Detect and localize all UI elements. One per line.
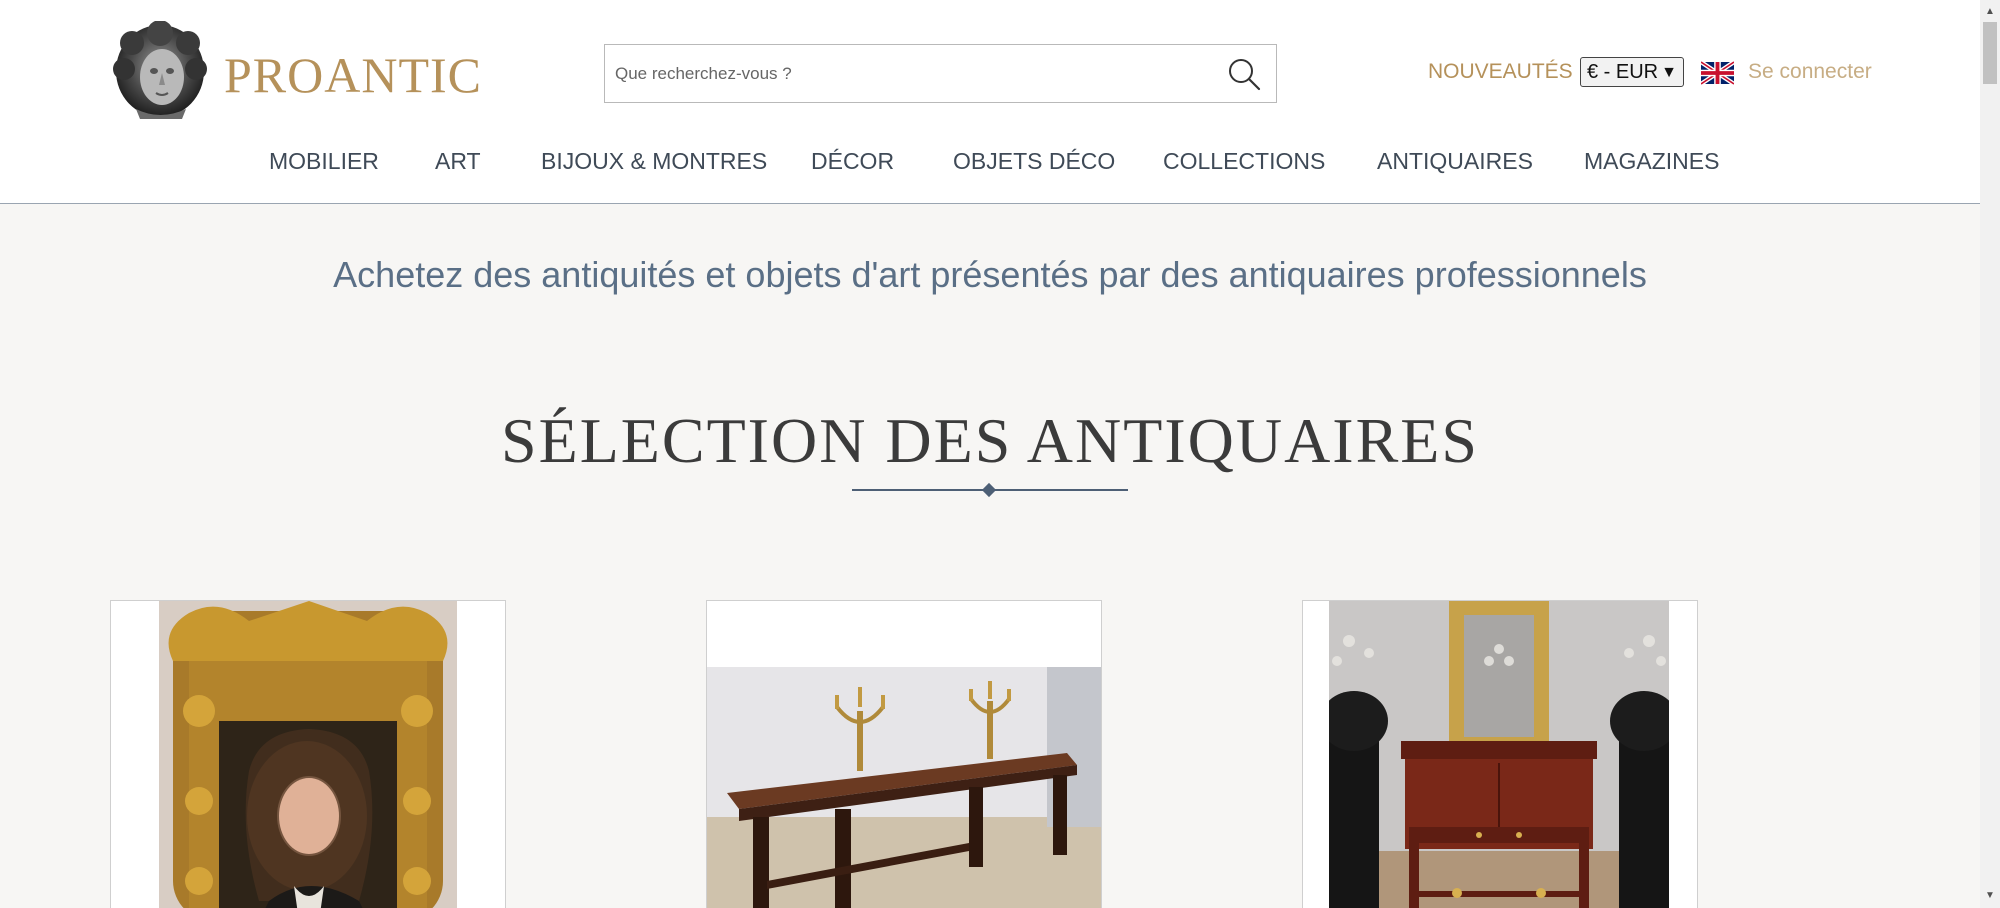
site-header: PROANTIC NOUVEAUTÉS € - EUR ▼ Se connect… xyxy=(0,0,1980,204)
nouveautes-link[interactable]: NOUVEAUTÉS xyxy=(1428,60,1573,84)
divider-diamond-icon xyxy=(981,482,997,498)
nav-item-bijoux-montres[interactable]: BIJOUX & MONTRES xyxy=(541,148,767,175)
page-tagline: Achetez des antiquités et objets d'art p… xyxy=(333,254,1647,295)
portrait-image[interactable] xyxy=(159,601,457,908)
nav-item-antiquaires[interactable]: ANTIQUAIRES xyxy=(1377,148,1533,175)
page-scrollbar[interactable]: ▲ ▼ xyxy=(1980,0,2000,908)
nav-item-mobilier[interactable]: MOBILIER xyxy=(269,148,379,175)
main-nav: MOBILIER ART BIJOUX & MONTRES DÉCOR OBJE… xyxy=(0,148,1980,182)
search-input[interactable] xyxy=(615,45,1205,102)
logo-text[interactable]: PROANTIC xyxy=(224,46,482,104)
nav-item-decor[interactable]: DÉCOR xyxy=(811,148,894,175)
table-image[interactable] xyxy=(707,667,1102,908)
section-title: SÉLECTION DES ANTIQUAIRES xyxy=(501,405,1479,476)
product-card-table[interactable] xyxy=(706,600,1102,908)
product-card-cabinet[interactable] xyxy=(1302,600,1698,908)
chevron-down-icon: ▼ xyxy=(1661,64,1677,81)
login-link[interactable]: Se connecter xyxy=(1748,60,1872,84)
product-card-portrait[interactable] xyxy=(110,600,506,908)
nav-item-magazines[interactable]: MAGAZINES xyxy=(1584,148,1719,175)
nav-item-collections[interactable]: COLLECTIONS xyxy=(1163,148,1325,175)
scroll-down-icon[interactable]: ▼ xyxy=(1985,890,1995,901)
search-box xyxy=(604,44,1277,103)
currency-select[interactable]: € - EUR ▼ xyxy=(1580,57,1684,87)
scroll-up-icon[interactable]: ▲ xyxy=(1985,6,1995,17)
cabinet-image[interactable] xyxy=(1329,601,1669,908)
search-icon[interactable] xyxy=(1226,56,1262,92)
nav-item-objets-deco[interactable]: OBJETS DÉCO xyxy=(953,148,1115,175)
uk-flag-icon[interactable] xyxy=(1701,61,1734,85)
scroll-thumb[interactable] xyxy=(1983,22,1997,84)
nav-item-art[interactable]: ART xyxy=(435,148,481,175)
logo-bust-icon[interactable] xyxy=(112,21,208,121)
currency-value: € - EUR xyxy=(1587,61,1659,83)
